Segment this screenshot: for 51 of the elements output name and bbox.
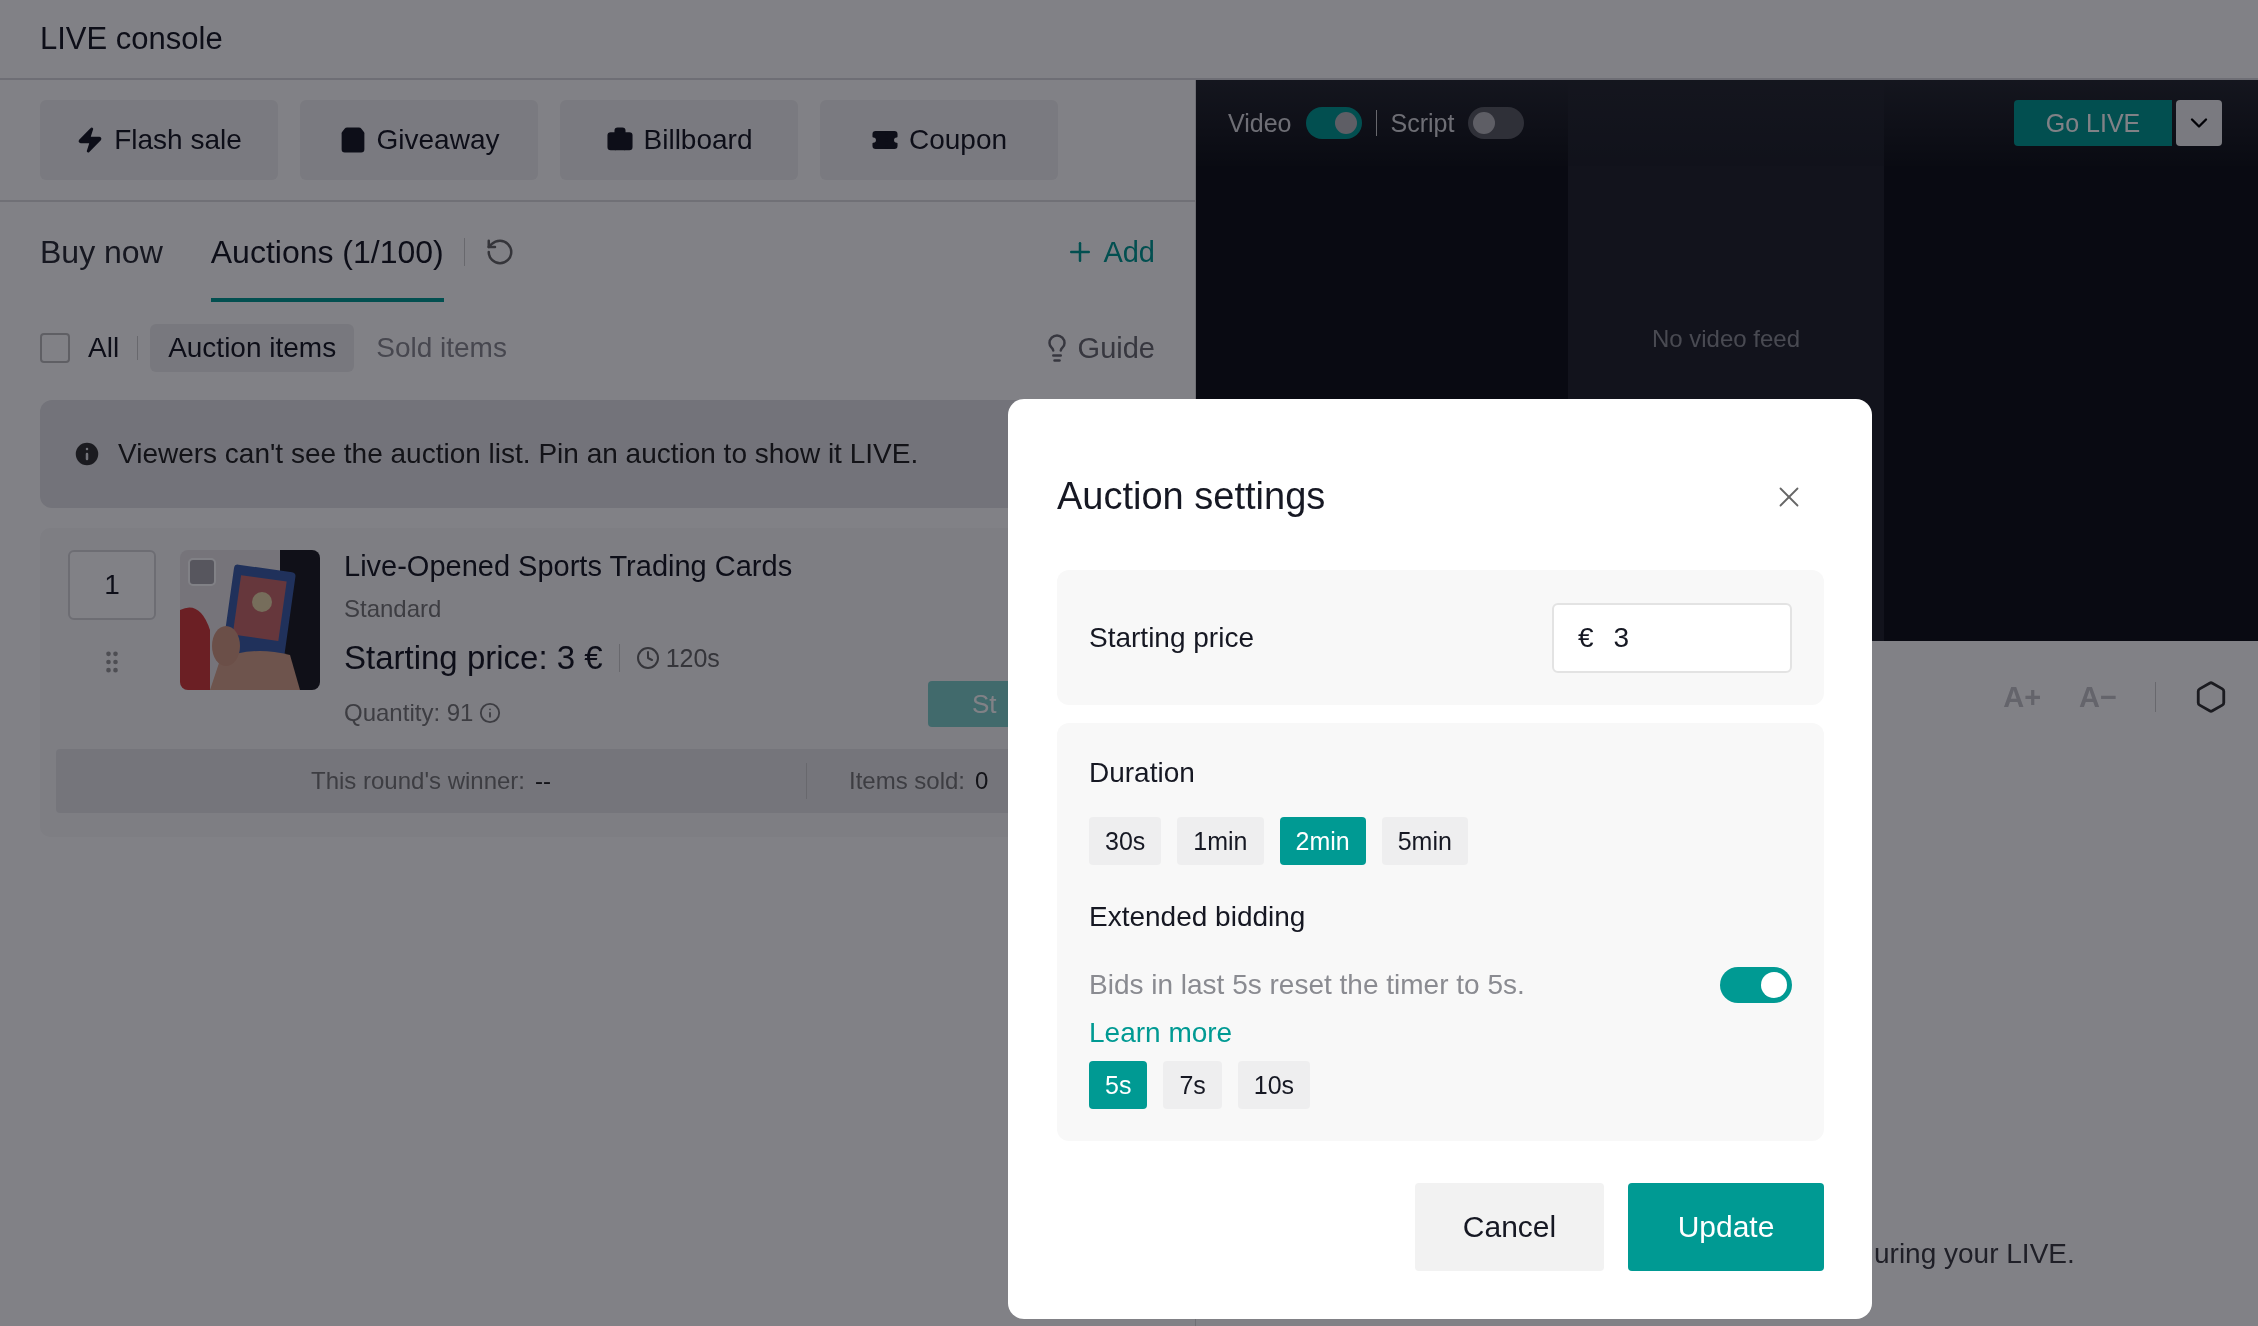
index-field[interactable]: 1 bbox=[68, 550, 156, 620]
winner-label: This round's winner: bbox=[311, 767, 525, 795]
duration-text: 120s bbox=[665, 643, 720, 673]
sold-label: Items sold: bbox=[849, 767, 966, 795]
checkbox-label: All bbox=[88, 332, 120, 364]
quantity-text: Quantity: 91 bbox=[344, 699, 474, 727]
price-field[interactable]: € 3 bbox=[1552, 602, 1792, 673]
duration-chip[interactable]: 30s bbox=[1089, 817, 1162, 865]
filter-chip[interactable]: Sold items bbox=[358, 324, 525, 372]
clock-icon bbox=[635, 646, 660, 670]
sold-value: 0 bbox=[975, 767, 989, 795]
item-type: Standard bbox=[344, 595, 443, 623]
toggle-switch[interactable] bbox=[1468, 107, 1525, 139]
winner-value: -- bbox=[535, 767, 551, 795]
tool-button[interactable]: Giveaway bbox=[300, 100, 538, 180]
starting-price: Starting price: 3 € bbox=[344, 639, 603, 677]
tab[interactable]: Buy now bbox=[40, 202, 163, 302]
info-icon bbox=[72, 439, 102, 469]
tab[interactable]: Auctions (1/100) bbox=[210, 202, 444, 302]
dropdown-button[interactable] bbox=[2176, 100, 2222, 146]
tool-button[interactable]: Coupon bbox=[820, 100, 1058, 180]
duration-label: Duration bbox=[1089, 757, 1196, 789]
add-link[interactable]: Add bbox=[1065, 235, 1155, 269]
toggle-label: Script bbox=[1390, 108, 1455, 138]
banner-text: Viewers can't see the auction list. Pin an auction to show it LIVE. bbox=[118, 438, 919, 470]
duration-chip[interactable]: 5min bbox=[1381, 817, 1468, 865]
cancel-button[interactable]: Cancel bbox=[1415, 1183, 1604, 1271]
page-title: LIVE console bbox=[40, 21, 223, 57]
tool-button[interactable]: Billboard bbox=[560, 100, 798, 180]
extension-chip[interactable]: 10s bbox=[1237, 1061, 1311, 1109]
checkbox[interactable] bbox=[40, 333, 70, 363]
extension-chip[interactable]: 7s bbox=[1163, 1061, 1222, 1109]
extended-label: Extended bidding bbox=[1089, 901, 1307, 933]
extended-description: Bids in last 5s reset the timer to 5s. bbox=[1089, 969, 1525, 1001]
guide-link[interactable]: Guide bbox=[1041, 331, 1155, 365]
extension-chip[interactable]: 5s bbox=[1089, 1061, 1148, 1109]
duration-chip[interactable]: 2min bbox=[1279, 817, 1366, 865]
duration-chip[interactable]: 1min bbox=[1177, 817, 1264, 865]
hint-text: uring your LIVE. bbox=[1873, 1238, 2076, 1271]
toggle-label: Video bbox=[1228, 108, 1292, 138]
info-icon bbox=[479, 702, 502, 724]
learn-more-link[interactable]: Learn more bbox=[1089, 1017, 1233, 1049]
update-button[interactable]: Update bbox=[1628, 1183, 1824, 1271]
item-title: Live-Opened Sports Trading Cards bbox=[344, 550, 794, 583]
dialog-title: Auction settings bbox=[1057, 475, 1326, 518]
settings-icon[interactable] bbox=[2194, 680, 2228, 714]
tool-button[interactable]: Flash sale bbox=[40, 100, 278, 180]
filter-chip[interactable]: Auction items bbox=[150, 324, 355, 372]
toggle-switch[interactable] bbox=[1720, 967, 1792, 1003]
go-live-button[interactable]: Go LIVE bbox=[2014, 100, 2172, 146]
price-label: Starting price bbox=[1089, 621, 1254, 654]
